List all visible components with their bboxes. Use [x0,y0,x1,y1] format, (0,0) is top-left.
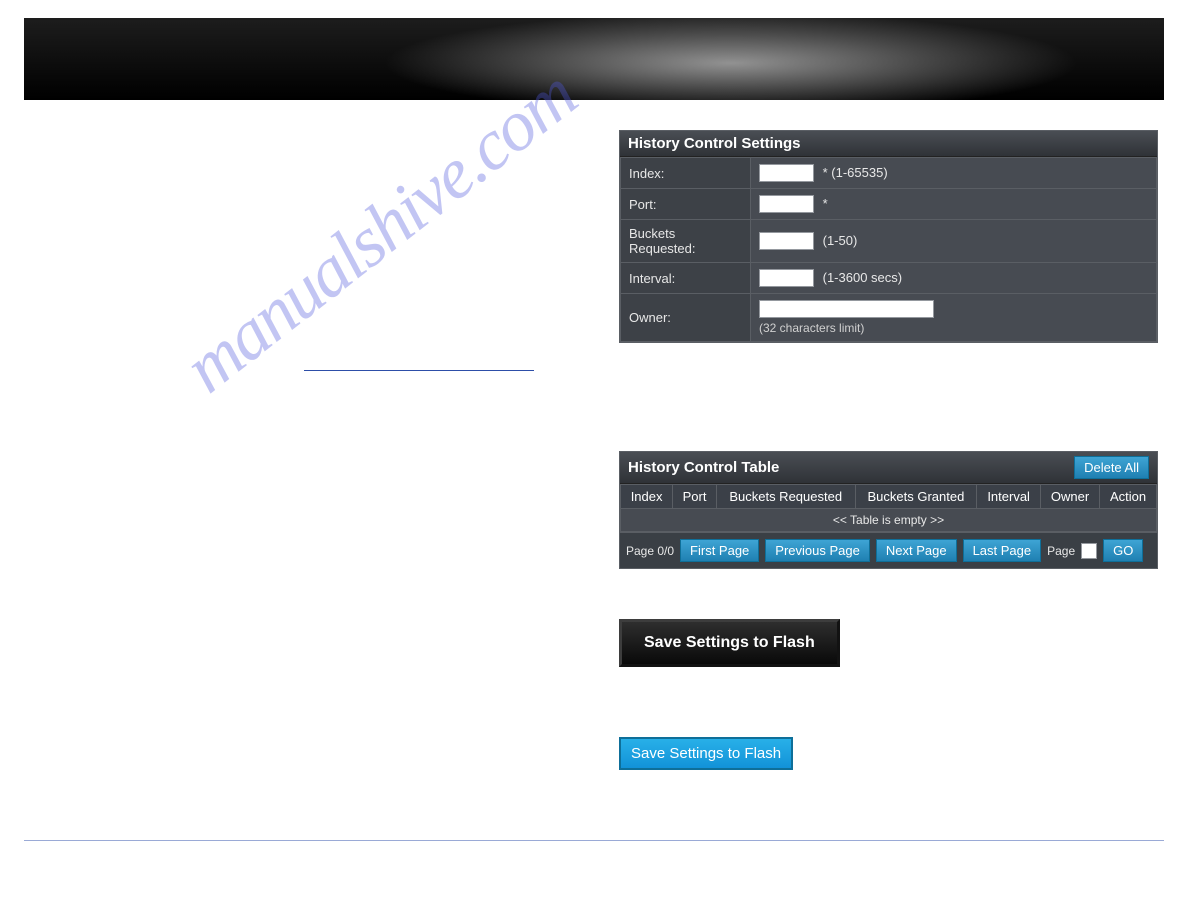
col-owner: Owner [1041,485,1100,509]
port-input[interactable] [759,195,814,213]
index-input[interactable] [759,164,814,182]
buckets-requested-label: Buckets Requested: [621,220,751,263]
link-underline [304,370,534,371]
panel-title: History Control Table [628,459,779,476]
col-action: Action [1100,485,1157,509]
owner-hint: (32 characters limit) [759,321,1148,335]
panel-header: History Control Table Delete All [620,452,1157,484]
previous-page-button[interactable]: Previous Page [765,539,870,562]
buckets-requested-input[interactable] [759,232,814,250]
interval-input[interactable] [759,269,814,287]
right-column: History Control Settings Index: * (1-655… [619,130,1164,770]
footer-divider [24,840,1164,841]
history-control-grid: Index Port Buckets Requested Buckets Gra… [620,484,1157,532]
interval-hint: (1-3600 secs) [823,270,902,285]
panel-title: History Control Settings [628,135,801,152]
page-label: Page [1047,544,1075,558]
col-index: Index [621,485,673,509]
top-banner [24,18,1164,100]
table-empty-text: << Table is empty >> [621,509,1157,532]
port-label: Port: [621,189,751,220]
col-buckets-granted: Buckets Granted [855,485,977,509]
settings-form-table: Index: * (1-65535) Port: * [620,157,1157,342]
interval-label: Interval: [621,263,751,294]
panel-header: History Control Settings [620,131,1157,157]
page-number-input[interactable] [1081,543,1097,559]
next-page-button[interactable]: Next Page [876,539,957,562]
left-column [24,130,579,770]
index-label: Index: [621,158,751,189]
owner-label: Owner: [621,294,751,342]
delete-all-button[interactable]: Delete All [1074,456,1149,479]
go-button[interactable]: GO [1103,539,1143,562]
last-page-button[interactable]: Last Page [963,539,1042,562]
history-control-settings-panel: History Control Settings Index: * (1-655… [619,130,1158,343]
index-hint: * (1-65535) [823,165,888,180]
buckets-requested-hint: (1-50) [823,233,858,248]
save-settings-flash-menu-label: Save Settings to Flash [622,622,837,664]
pager-position: Page 0/0 [626,544,674,558]
col-interval: Interval [977,485,1041,509]
col-buckets-requested: Buckets Requested [716,485,855,509]
col-port: Port [673,485,717,509]
first-page-button[interactable]: First Page [680,539,759,562]
pager: Page 0/0 First Page Previous Page Next P… [619,533,1158,569]
history-control-table-panel: History Control Table Delete All Index P… [619,451,1158,533]
port-hint: * [823,196,828,211]
save-settings-flash-button[interactable]: Save Settings to Flash [619,737,793,770]
save-settings-flash-menu[interactable]: Save Settings to Flash [619,619,840,667]
owner-input[interactable] [759,300,934,318]
